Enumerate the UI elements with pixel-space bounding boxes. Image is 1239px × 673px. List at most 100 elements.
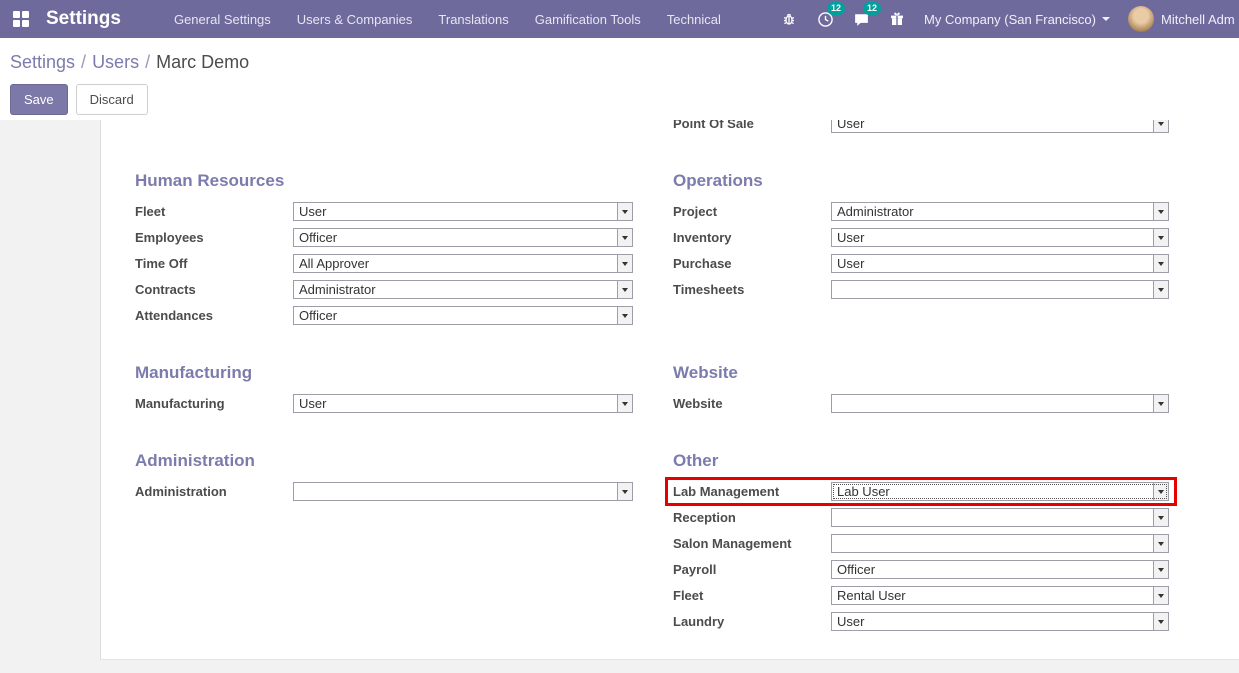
field-row-reception: Reception — [673, 508, 1169, 527]
chevron-down-icon — [1153, 483, 1168, 500]
field-row-manufacturing: Manufacturing User — [135, 394, 633, 413]
select-value: User — [832, 255, 1153, 272]
fleet-select[interactable]: User — [293, 202, 633, 221]
breadcrumb-separator: / — [145, 52, 150, 72]
field-label: Fleet — [673, 588, 831, 603]
breadcrumb-settings-link[interactable]: Settings — [10, 52, 75, 72]
chevron-down-icon — [1153, 229, 1168, 246]
field-label: Point Of Sale — [673, 120, 831, 131]
save-button[interactable]: Save — [10, 84, 68, 115]
select-value: Administrator — [832, 203, 1153, 220]
user-menu[interactable]: Mitchell Adm — [1128, 0, 1239, 38]
bug-icon[interactable] — [780, 10, 798, 28]
contracts-select[interactable]: Administrator — [293, 280, 633, 299]
section-human-resources: Human Resources Fleet User Employees Off… — [135, 140, 633, 332]
apps-menu-icon[interactable] — [10, 8, 32, 30]
activities-badge: 12 — [827, 2, 845, 15]
manufacturing-select[interactable]: User — [293, 394, 633, 413]
timesheets-select[interactable] — [831, 280, 1169, 299]
company-name: My Company (San Francisco) — [924, 12, 1096, 27]
gift-icon[interactable] — [888, 10, 906, 28]
chevron-down-icon — [1153, 203, 1168, 220]
salon-management-select[interactable] — [831, 534, 1169, 553]
chevron-down-icon — [617, 483, 632, 500]
field-label: Timesheets — [673, 282, 831, 297]
section-title: Other — [673, 450, 1169, 472]
field-row-attendances: Attendances Officer — [135, 306, 633, 325]
chevron-down-icon — [1153, 120, 1168, 132]
menu-gamification-tools[interactable]: Gamification Tools — [522, 0, 654, 38]
field-row-laundry: Laundry User — [673, 612, 1169, 631]
breadcrumb-users-link[interactable]: Users — [92, 52, 139, 72]
field-label: Website — [673, 396, 831, 411]
section-manufacturing: Manufacturing Manufacturing User — [135, 332, 633, 420]
menu-users-companies[interactable]: Users & Companies — [284, 0, 426, 38]
laundry-select[interactable]: User — [831, 612, 1169, 631]
menu-translations[interactable]: Translations — [425, 0, 521, 38]
user-name: Mitchell Adm — [1161, 12, 1239, 27]
caret-down-icon — [1102, 17, 1110, 25]
lab-management-select[interactable]: Lab User — [831, 482, 1169, 501]
fleet-other-select[interactable]: Rental User — [831, 586, 1169, 605]
chevron-down-icon — [617, 203, 632, 220]
content-area: Point Of Sale User Human Resources Fleet… — [0, 120, 1239, 673]
field-row-timesheets: Timesheets — [673, 280, 1169, 299]
field-label: Laundry — [673, 614, 831, 629]
website-select[interactable] — [831, 394, 1169, 413]
chevron-down-icon — [617, 281, 632, 298]
select-value: Administrator — [294, 281, 617, 298]
field-row-time-off: Time Off All Approver — [135, 254, 633, 273]
inventory-select[interactable]: User — [831, 228, 1169, 247]
field-row-fleet-other: Fleet Rental User — [673, 586, 1169, 605]
field-row-lab-management: Lab Management Lab User — [673, 482, 1169, 501]
field-row-contracts: Contracts Administrator — [135, 280, 633, 299]
discard-button[interactable]: Discard — [76, 84, 148, 115]
navbar-right: 12 12 My Company (San Francisco) Mitchel… — [770, 0, 1239, 38]
control-panel-buttons: Save Discard — [10, 84, 1229, 115]
field-label: Time Off — [135, 256, 293, 271]
chevron-down-icon — [1153, 395, 1168, 412]
field-label: Purchase — [673, 256, 831, 271]
company-selector[interactable]: My Company (San Francisco) — [924, 12, 1110, 27]
field-row-point-of-sale: Point Of Sale User — [673, 120, 1169, 133]
section-title: Human Resources — [135, 170, 633, 192]
field-row-inventory: Inventory User — [673, 228, 1169, 247]
section-other: Other Lab Management Lab User Reception — [673, 420, 1169, 638]
chevron-down-icon — [1153, 535, 1168, 552]
control-panel: Settings/Users/Marc Demo Save Discard — [0, 38, 1239, 120]
field-row-employees: Employees Officer — [135, 228, 633, 247]
field-row-project: Project Administrator — [673, 202, 1169, 221]
app-title[interactable]: Settings — [46, 8, 121, 30]
field-row-administration: Administration — [135, 482, 633, 501]
select-value: User — [832, 120, 1153, 132]
attendances-select[interactable]: Officer — [293, 306, 633, 325]
chevron-down-icon — [1153, 561, 1168, 578]
point-of-sale-select[interactable]: User — [831, 120, 1169, 133]
purchase-select[interactable]: User — [831, 254, 1169, 273]
activities-clock-icon[interactable]: 12 — [816, 10, 834, 28]
select-value — [832, 395, 1153, 412]
employees-select[interactable]: Officer — [293, 228, 633, 247]
select-value: Officer — [832, 561, 1153, 578]
select-value: Rental User — [832, 587, 1153, 604]
menu-general-settings[interactable]: General Settings — [161, 0, 284, 38]
section-website: Website Website — [673, 332, 1169, 420]
project-select[interactable]: Administrator — [831, 202, 1169, 221]
field-label: Employees — [135, 230, 293, 245]
section-operations: Operations Project Administrator Invento… — [673, 140, 1169, 332]
field-label: Manufacturing — [135, 396, 293, 411]
select-value: User — [294, 203, 617, 220]
section-title: Manufacturing — [135, 362, 633, 384]
section-title: Website — [673, 362, 1169, 384]
field-row-purchase: Purchase User — [673, 254, 1169, 273]
time-off-select[interactable]: All Approver — [293, 254, 633, 273]
messages-chat-icon[interactable]: 12 — [852, 10, 870, 28]
field-label: Attendances — [135, 308, 293, 323]
chevron-down-icon — [1153, 587, 1168, 604]
select-value: User — [832, 229, 1153, 246]
administration-select[interactable] — [293, 482, 633, 501]
menu-technical[interactable]: Technical — [654, 0, 734, 38]
reception-select[interactable] — [831, 508, 1169, 527]
lab-management-highlight-box: Lab Management Lab User — [665, 477, 1177, 506]
payroll-select[interactable]: Officer — [831, 560, 1169, 579]
